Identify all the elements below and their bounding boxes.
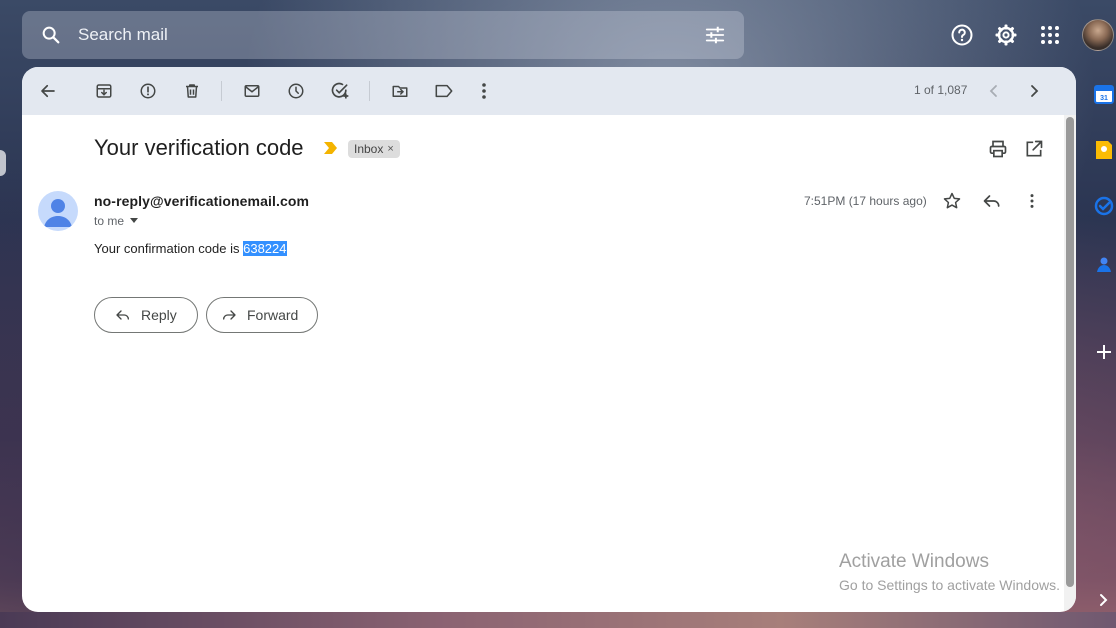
- recipient-text: to me: [94, 214, 125, 228]
- reply-icon[interactable]: [982, 191, 1002, 216]
- message-toolbar: 1 of 1,087: [22, 67, 1076, 115]
- open-in-new-window-icon[interactable]: [1024, 139, 1044, 164]
- chevron-left-icon[interactable]: [982, 79, 1006, 103]
- star-icon[interactable]: [942, 191, 962, 216]
- message-timestamp: 7:51PM (17 hours ago): [804, 194, 927, 208]
- sender-avatar[interactable]: [38, 191, 78, 231]
- body-text: Your confirmation code is: [94, 241, 244, 256]
- sender-email[interactable]: no-reply@verificationemail.com: [94, 193, 309, 209]
- delete-icon[interactable]: [180, 79, 204, 103]
- report-spam-icon[interactable]: [136, 79, 160, 103]
- message-body: Your confirmation code is 638224: [94, 241, 287, 256]
- archive-icon[interactable]: [92, 79, 116, 103]
- inbox-label-chip: Inbox ×: [348, 140, 400, 158]
- caret-down-icon[interactable]: [130, 218, 139, 224]
- search-bar: [22, 11, 744, 59]
- side-collapse-handle[interactable]: [0, 150, 6, 176]
- watermark-title: Activate Windows: [839, 551, 989, 572]
- verification-code[interactable]: 638224: [243, 241, 287, 256]
- chevron-right-icon[interactable]: [1022, 79, 1046, 103]
- mark-unread-icon[interactable]: [240, 79, 264, 103]
- keep-app-icon[interactable]: [1094, 140, 1114, 160]
- wallpaper-bottom: [0, 612, 1116, 628]
- importance-marker-icon[interactable]: [322, 141, 338, 155]
- reply-button[interactable]: Reply: [94, 297, 198, 333]
- tune-icon[interactable]: [704, 24, 726, 46]
- forward-icon: [223, 310, 236, 320]
- search-input[interactable]: [78, 23, 638, 47]
- watermark-subtitle: Go to Settings to activate Windows.: [839, 577, 1060, 593]
- reply-button-label: Reply: [141, 307, 177, 323]
- more-vert-icon[interactable]: [1022, 191, 1042, 216]
- svg-text:31: 31: [1100, 95, 1108, 102]
- forward-button[interactable]: Forward: [206, 297, 318, 333]
- account-avatar[interactable]: [1082, 19, 1114, 51]
- toolbar-divider: [369, 81, 370, 101]
- snooze-icon[interactable]: [284, 79, 308, 103]
- add-task-icon[interactable]: [328, 79, 352, 103]
- remove-label-icon[interactable]: ×: [387, 140, 393, 158]
- recipient-details[interactable]: to me: [94, 214, 139, 228]
- message-subject: Your verification code: [94, 135, 304, 160]
- print-icon[interactable]: [988, 139, 1008, 164]
- calendar-app-icon[interactable]: 31: [1094, 84, 1114, 104]
- forward-button-label: Forward: [247, 307, 299, 323]
- gear-icon[interactable]: [991, 20, 1021, 50]
- activate-windows-watermark: Activate Windows Go to Settings to activ…: [839, 551, 1060, 593]
- add-addon-icon[interactable]: [1094, 342, 1114, 362]
- reply-icon: [116, 310, 129, 320]
- label-text: Inbox: [354, 142, 384, 156]
- more-vert-icon[interactable]: [472, 79, 496, 103]
- message-panel: 1 of 1,087 Your verification code Inbox …: [22, 67, 1076, 612]
- toolbar-divider: [221, 81, 222, 101]
- move-to-icon[interactable]: [388, 79, 412, 103]
- scrollbar-thumb[interactable]: [1066, 117, 1074, 587]
- search-icon[interactable]: [40, 24, 62, 46]
- label-icon[interactable]: [432, 79, 456, 103]
- pager-count: 1 of 1,087: [914, 83, 968, 97]
- apps-grid-icon[interactable]: [1035, 20, 1065, 50]
- help-icon[interactable]: [947, 20, 977, 50]
- tasks-app-icon[interactable]: [1094, 196, 1114, 216]
- back-arrow-icon[interactable]: [36, 79, 60, 103]
- contacts-app-icon[interactable]: [1094, 254, 1114, 274]
- expand-side-panel-icon[interactable]: [1094, 590, 1114, 610]
